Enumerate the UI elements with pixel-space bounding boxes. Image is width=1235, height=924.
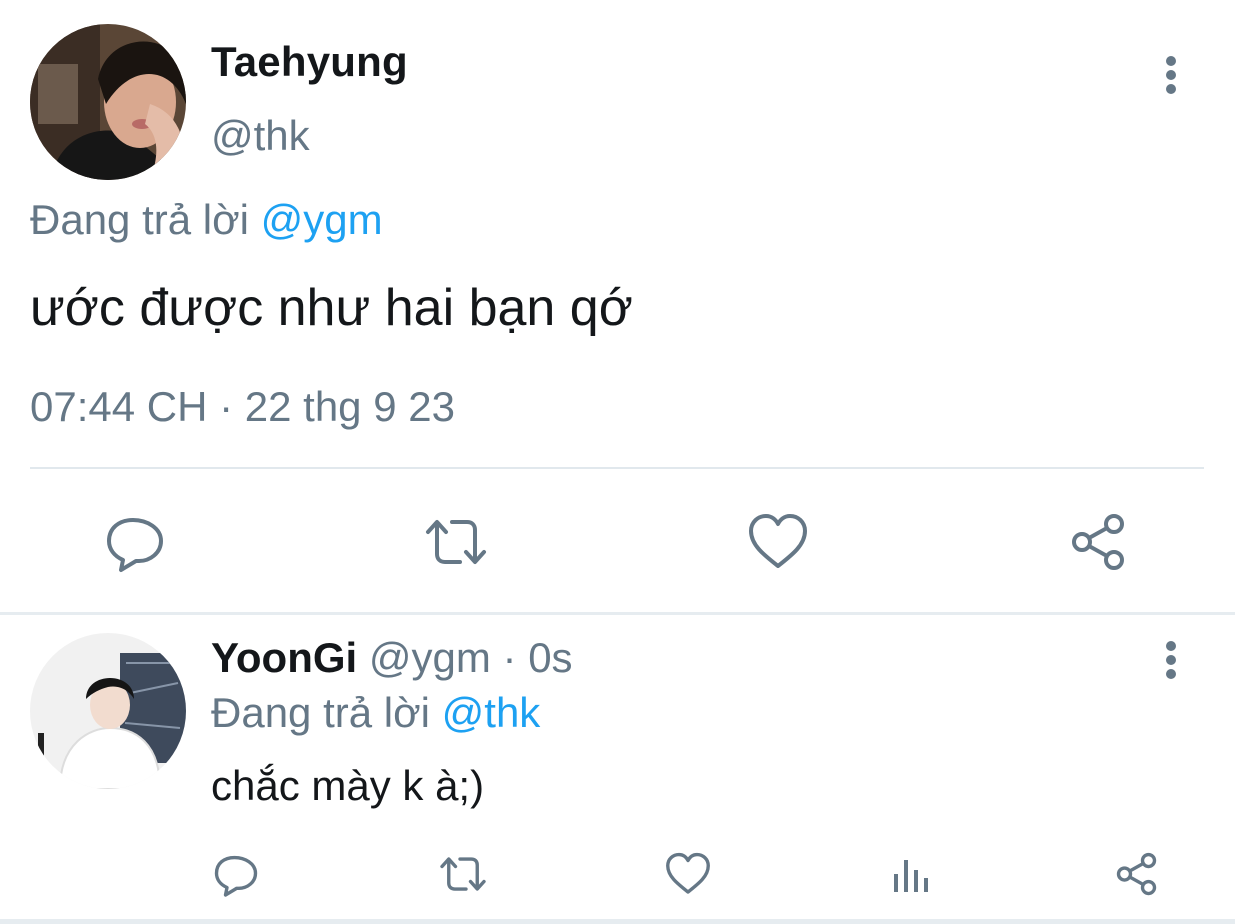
reply-share-icon[interactable] (1114, 850, 1162, 898)
reply-icon[interactable] (103, 510, 167, 574)
reply-header: YoonGi @ygm · 0s (211, 634, 573, 682)
replying-prefix: Đang trả lời (30, 196, 249, 243)
reply-user-handle[interactable]: @ygm (369, 634, 491, 681)
mention-link[interactable]: @ygm (261, 196, 383, 243)
reply-avatar[interactable] (30, 633, 186, 789)
reply-text: chắc mày k à;) (211, 762, 485, 809)
timestamp[interactable]: 07:44 CH · 22 thg 9 23 (30, 383, 455, 431)
reply-replying-to: Đang trả lời @thk (211, 689, 540, 737)
bottom-divider (0, 919, 1235, 924)
reply-mention-link[interactable]: @thk (442, 689, 541, 736)
avatar[interactable] (30, 24, 186, 180)
display-name[interactable]: Taehyung (211, 38, 408, 86)
reply-like-icon[interactable] (664, 850, 712, 898)
meta-separator: · (490, 634, 529, 681)
reply-replying-prefix: Đang trả lời (211, 689, 430, 736)
section-divider (0, 612, 1235, 615)
main-tweet: Taehyung @thk Đang trả lời @ygm ước được… (0, 0, 1235, 614)
analytics-icon[interactable] (888, 852, 936, 900)
reply-time[interactable]: 0s (528, 634, 572, 681)
reply-reply-icon[interactable] (212, 850, 260, 898)
reply-more-options-icon[interactable] (1159, 640, 1183, 680)
reply-display-name[interactable]: YoonGi (211, 634, 357, 681)
divider (30, 467, 1204, 469)
like-icon[interactable] (746, 510, 810, 574)
reply-retweet-icon[interactable] (436, 850, 490, 898)
retweet-icon[interactable] (424, 510, 488, 574)
tweet-text: ước được như hai bạn qớ (30, 279, 633, 337)
share-icon[interactable] (1068, 510, 1132, 574)
replying-to: Đang trả lời @ygm (30, 196, 383, 244)
more-options-icon[interactable] (1159, 55, 1183, 95)
user-handle[interactable]: @thk (211, 112, 310, 160)
